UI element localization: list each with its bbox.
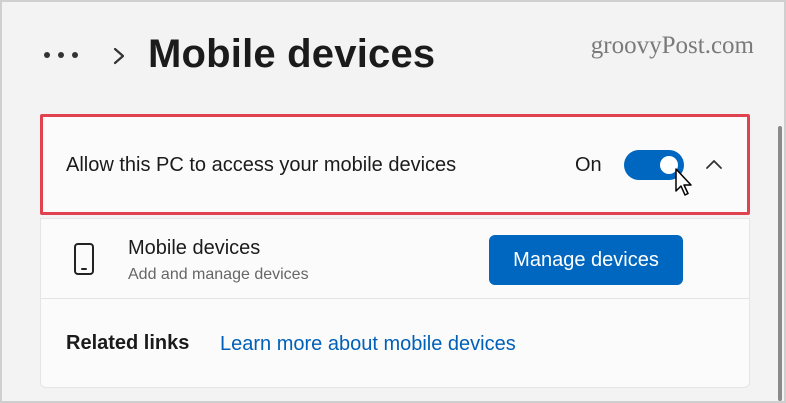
settings-window: Mobile devices groovyPost.com Allow this… [0,0,786,403]
toggle-state-label: On [575,154,602,176]
more-dots-icon[interactable] [44,48,84,62]
page-title: Mobile devices [148,32,436,76]
learn-more-link[interactable]: Learn more about mobile devices [220,333,516,356]
manage-devices-button[interactable]: Manage devices [489,235,683,285]
related-links-label: Related links [66,332,190,354]
mobile-devices-title: Mobile devices [128,237,261,259]
watermark: groovyPost.com [590,32,754,59]
setting-label: Allow this PC to access your mobile devi… [66,154,457,176]
chevron-up-icon[interactable] [702,154,726,174]
phone-icon [74,243,94,275]
mouse-cursor-icon [675,168,692,196]
chevron-right-icon [113,47,125,65]
divider [40,298,750,299]
mobile-devices-subtitle: Add and manage devices [128,266,309,283]
scrollbar[interactable] [778,126,782,401]
header-bar: Mobile devices groovyPost.com [2,2,784,112]
